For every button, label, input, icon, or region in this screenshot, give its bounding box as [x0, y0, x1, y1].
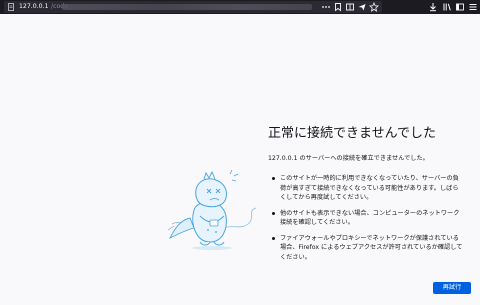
list-item: ファイアウォールやプロキシーでネットワークが保護されている場合、Firefox …: [268, 234, 464, 263]
url-redacted: [62, 4, 312, 10]
sidebar-icon[interactable]: [455, 2, 465, 12]
bullet-icon: [272, 236, 275, 240]
error-title: 正常に接続できませんでした: [268, 126, 436, 141]
error-intro: 127.0.0.1 のサーバーへの接続を確立できませんでした。: [268, 155, 429, 162]
suggestion-text: ファイアウォールやプロキシーでネットワークが保護されている場合、Firefox …: [280, 234, 463, 261]
bookmark-icon[interactable]: [333, 2, 343, 12]
list-item: このサイトが一時的に利用できなくなっていたり、サーバーの負荷が高すぎて接続できな…: [268, 174, 464, 203]
suggestion-text: 他のサイトも表示できない場合、コンピューターのネットワーク接続を確認してください…: [280, 209, 460, 227]
page-icon: [8, 3, 14, 11]
bullet-icon: [272, 177, 275, 180]
list-item: 他のサイトも表示できない場合、コンピューターのネットワーク接続を確認してください…: [268, 209, 464, 228]
menu-icon[interactable]: [468, 2, 478, 12]
suggestion-list: このサイトが一時的に利用できなくなっていたり、サーバーの負荷が高すぎて接続できな…: [268, 174, 464, 268]
download-icon[interactable]: [428, 2, 438, 12]
browser-toolbar: 127.0.0.1 /code: [0, 0, 480, 14]
reader-icon[interactable]: [345, 2, 355, 12]
dinosaur-illustration: [167, 169, 257, 250]
retry-button[interactable]: 再試行: [433, 282, 471, 294]
star-icon[interactable]: [369, 2, 379, 12]
send-icon[interactable]: [357, 2, 367, 12]
more-icon[interactable]: [321, 2, 331, 12]
library-icon[interactable]: [442, 2, 452, 12]
suggestion-text: このサイトが一時的に利用できなくなっていたり、サーバーの負荷が高すぎて接続できな…: [280, 175, 459, 201]
url-host: 127.0.0.1: [19, 3, 49, 10]
bullet-icon: [272, 211, 275, 215]
